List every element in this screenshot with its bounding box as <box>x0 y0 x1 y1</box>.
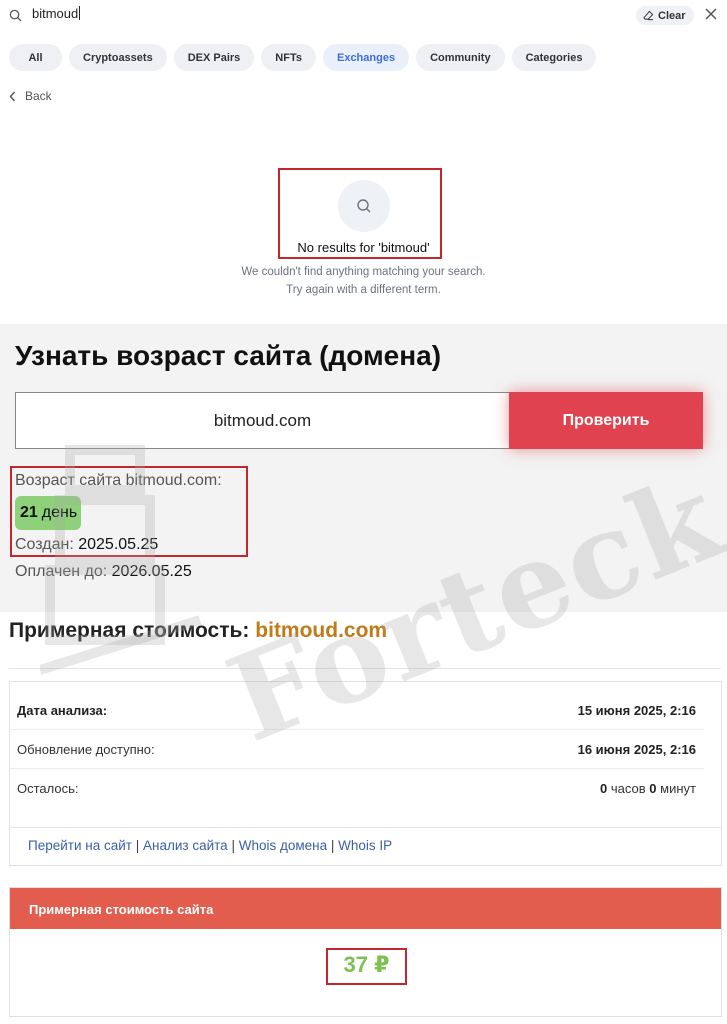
age-label: Возраст сайта bitmoud.com: <box>15 472 222 489</box>
clear-button-label: Clear <box>658 9 686 22</box>
price-title-label: Примерная стоимость: <box>9 619 250 642</box>
info-row-remaining: Осталось: 0 часов 0 минут <box>9 769 704 808</box>
separator: | <box>135 838 140 853</box>
empty-state-icon-circle <box>338 180 390 232</box>
eraser-icon <box>643 10 654 21</box>
minutes-number: 0 <box>649 781 657 796</box>
domain-age-heading: Узнать возраст сайта (домена) <box>15 340 442 371</box>
price-title: Примерная стоимость: bitmoud.com <box>9 619 387 643</box>
chip-community[interactable]: Community <box>416 44 505 71</box>
info-value: 15 июня 2025, 2:16 <box>577 703 696 718</box>
search-icon <box>9 9 22 22</box>
domain-age-section: Узнать возраст сайта (домена) bitmoud.co… <box>0 324 727 612</box>
chip-cryptoassets[interactable]: Cryptoassets <box>69 44 167 71</box>
back-button[interactable]: Back <box>9 89 52 103</box>
back-label: Back <box>25 89 52 103</box>
chip-dex-pairs[interactable]: DEX Pairs <box>173 44 255 71</box>
close-icon[interactable] <box>704 7 718 21</box>
link-whois-ip[interactable]: Whois IP <box>338 838 392 853</box>
no-results-line-1: We couldn't find anything matching your … <box>241 266 486 278</box>
paid-label: Оплачен до: <box>15 563 108 580</box>
chevron-left-icon <box>9 91 16 101</box>
price-title-domain: bitmoud.com <box>255 619 388 642</box>
info-row-analysis-date: Дата анализа: 15 июня 2025, 2:16 <box>9 691 704 730</box>
clear-button[interactable]: Clear <box>636 6 694 25</box>
link-visit-site[interactable]: Перейти на сайт <box>28 838 132 853</box>
filter-chips: All Cryptoassets DEX Pairs NFTs Exchange… <box>9 44 597 71</box>
domain-input-value: bitmoud.com <box>213 410 312 430</box>
paid-value: 2026.05.25 <box>111 563 192 580</box>
link-site-analysis[interactable]: Анализ сайта <box>143 838 228 853</box>
site-links: Перейти на сайт | Анализ сайта | Whois д… <box>28 838 392 853</box>
no-results-line-2: Try again with a different term. <box>286 284 441 296</box>
age-badge: 21 день <box>15 496 82 530</box>
separator: | <box>330 838 335 853</box>
created-value: 2025.05.25 <box>78 536 159 553</box>
separator: | <box>231 838 235 853</box>
age-value: 21 <box>20 504 38 521</box>
search-query-text: bitmoud <box>32 6 79 21</box>
created-label: Создан: <box>15 536 74 553</box>
divider <box>9 668 721 669</box>
age-unit: день <box>41 504 78 521</box>
site-value: 37 ₽ <box>343 952 390 977</box>
divider <box>9 827 722 828</box>
created-line: Создан: 2025.05.25 <box>15 536 158 554</box>
search-panel: bitmoud Clear All Cryptoassets DEX Pairs… <box>0 0 727 322</box>
info-value: 0 часов 0 минут <box>600 781 696 796</box>
domain-input[interactable]: bitmoud.com <box>15 392 510 449</box>
link-whois-domain[interactable]: Whois домена <box>239 838 327 853</box>
chip-exchanges[interactable]: Exchanges <box>322 44 410 71</box>
info-label: Дата анализа: <box>17 703 108 718</box>
hours-number: 0 <box>600 781 608 796</box>
search-icon <box>357 199 371 213</box>
chip-categories[interactable]: Categories <box>511 44 597 71</box>
info-label: Осталось: <box>17 781 79 796</box>
site-value-header: Примерная стоимость сайта <box>10 888 721 929</box>
chip-all[interactable]: All <box>9 44 62 71</box>
no-results-title: No results for 'bitmoud' <box>297 240 430 255</box>
text-caret <box>79 6 81 20</box>
search-bar: bitmoud Clear <box>0 0 727 32</box>
chip-nfts[interactable]: NFTs <box>261 44 316 71</box>
info-value: 16 июня 2025, 2:16 <box>577 742 696 757</box>
minutes-unit: минут <box>660 781 696 796</box>
info-label: Обновление доступно: <box>17 742 155 757</box>
info-row-update: Обновление доступно: 16 июня 2025, 2:16 <box>9 730 704 769</box>
search-input[interactable]: bitmoud <box>32 6 81 21</box>
hours-unit: часов <box>610 781 646 796</box>
paid-line: Оплачен до: 2026.05.25 <box>15 563 192 581</box>
check-button[interactable]: Проверить <box>509 392 703 449</box>
